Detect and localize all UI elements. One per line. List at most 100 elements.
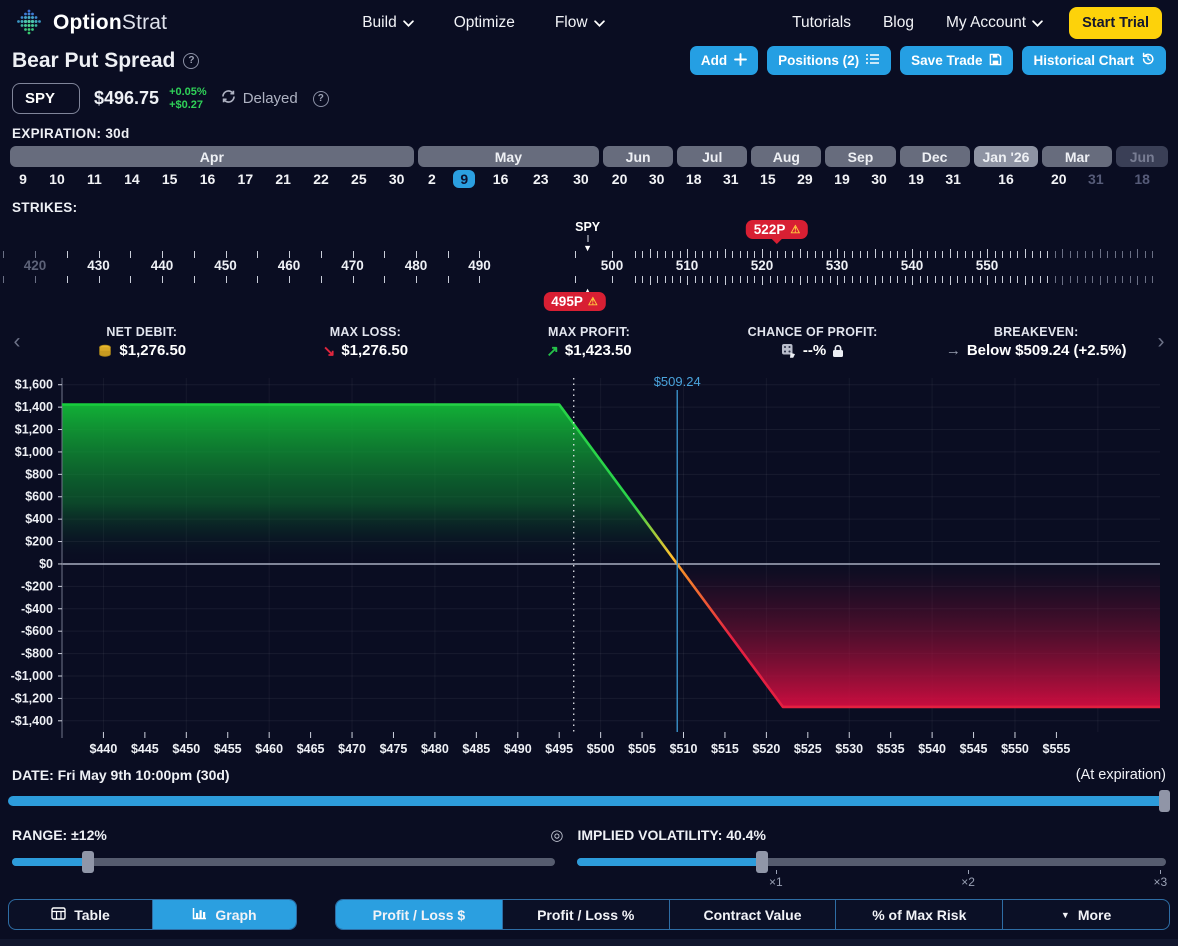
- strike-tick: [635, 276, 636, 283]
- expiration-date[interactable]: 14: [117, 170, 147, 188]
- expiration-date[interactable]: 21: [268, 170, 298, 188]
- expiration-date[interactable]: 30: [642, 170, 672, 188]
- nav-item-label: My Account: [946, 14, 1026, 32]
- month-pill[interactable]: Aug: [751, 146, 821, 167]
- expiration-date[interactable]: 16: [991, 170, 1021, 188]
- strike-badge-495p[interactable]: 495P⚠: [543, 292, 605, 311]
- pl-chart[interactable]: $509.24$440$445$450$455$460$465$470$475$…: [0, 370, 1178, 765]
- expiration-date[interactable]: 18: [679, 170, 709, 188]
- strategy-help-icon[interactable]: ?: [183, 53, 199, 69]
- expiration-date[interactable]: 31: [716, 170, 746, 188]
- strike-tick: [1130, 251, 1131, 258]
- nav-item-blog[interactable]: Blog: [883, 14, 914, 32]
- month-pill[interactable]: Jun: [603, 146, 673, 167]
- expiration-date[interactable]: 30: [382, 170, 412, 188]
- tab--of-max-risk[interactable]: % of Max Risk: [835, 900, 1002, 929]
- strike-tick: [479, 251, 480, 258]
- delayed-help-icon[interactable]: ?: [313, 91, 329, 107]
- date-label: DATE: Fri May 9th 10:00pm (30d): [12, 767, 230, 783]
- month-pill[interactable]: Jun: [1116, 146, 1168, 167]
- tab-profit-loss-[interactable]: Profit / Loss %: [502, 900, 669, 929]
- strike-ruler[interactable]: 4204304404504604704804905005105205305405…: [0, 220, 1178, 314]
- expiration-date[interactable]: 19: [901, 170, 931, 188]
- save-trade-button[interactable]: Save Trade: [900, 46, 1013, 75]
- month-group: Jun 18: [1114, 146, 1170, 191]
- strike-tick: [1115, 251, 1116, 258]
- add-button[interactable]: Add: [690, 46, 758, 75]
- strike-tick: [695, 251, 696, 258]
- expiration-date[interactable]: 2: [421, 170, 443, 188]
- month-dates: 1930: [823, 167, 897, 191]
- stats-next-chevron[interactable]: ›: [1148, 330, 1174, 354]
- iv-slider[interactable]: [577, 851, 1166, 873]
- expiration-date[interactable]: 30: [566, 170, 596, 188]
- refresh-icon[interactable]: [221, 90, 236, 107]
- expiration-date[interactable]: 9: [453, 170, 475, 188]
- positions-2--button[interactable]: Positions (2): [767, 46, 891, 75]
- iv-slider-track[interactable]: [577, 858, 1166, 866]
- svg-text:-$1,000: -$1,000: [11, 669, 53, 683]
- expiration-date[interactable]: 31: [938, 170, 968, 188]
- expiration-date[interactable]: 11: [80, 170, 109, 188]
- expiration-date[interactable]: 23: [526, 170, 556, 188]
- month-pill[interactable]: Apr: [10, 146, 414, 167]
- expiration-date[interactable]: 17: [231, 170, 261, 188]
- stat-value: $1,276.50: [30, 342, 254, 359]
- nav-item-optimize[interactable]: Optimize: [454, 14, 515, 32]
- expiration-date[interactable]: 20: [605, 170, 635, 188]
- month-pill[interactable]: Jul: [677, 146, 747, 167]
- expiration-date[interactable]: 25: [344, 170, 374, 188]
- date-row: DATE: Fri May 9th 10:00pm (30d) (At expi…: [0, 767, 1178, 783]
- stat-value-text: $1,276.50: [341, 342, 408, 359]
- lock-icon: [832, 344, 844, 358]
- expiration-date[interactable]: 29: [790, 170, 820, 188]
- expiration-date[interactable]: 16: [193, 170, 223, 188]
- expiration-date[interactable]: 16: [486, 170, 516, 188]
- range-slider[interactable]: [12, 851, 577, 873]
- tab-table[interactable]: Table: [9, 900, 152, 929]
- tab-contract-value[interactable]: Contract Value: [669, 900, 836, 929]
- tab-profit-loss-[interactable]: Profit / Loss $: [336, 900, 502, 929]
- date-slider[interactable]: [8, 790, 1170, 812]
- strike-badge-522p[interactable]: 522P⚠: [746, 220, 808, 239]
- tab-more[interactable]: ▼More: [1002, 900, 1169, 929]
- iv-slider-handle[interactable]: [756, 851, 768, 873]
- month-pill[interactable]: Jan '26: [974, 146, 1039, 167]
- expiration-date[interactable]: 18: [1127, 170, 1157, 188]
- target-icon[interactable]: ◎: [550, 826, 563, 844]
- start-trial-button[interactable]: Start Trial: [1069, 7, 1162, 39]
- expiration-date[interactable]: 30: [864, 170, 894, 188]
- strike-tick: [1152, 276, 1153, 283]
- expiration-date[interactable]: 22: [306, 170, 336, 188]
- nav-item-build[interactable]: Build: [362, 14, 413, 32]
- month-pill[interactable]: Dec: [900, 146, 970, 167]
- strike-tick: [226, 251, 227, 258]
- nav-item-flow[interactable]: Flow: [555, 14, 605, 32]
- symbol-input[interactable]: [12, 83, 80, 114]
- expiration-date[interactable]: 9: [12, 170, 34, 188]
- range-slider-handle[interactable]: [82, 851, 94, 873]
- date-slider-track[interactable]: [8, 796, 1170, 806]
- historical-chart-button[interactable]: Historical Chart: [1022, 46, 1166, 75]
- strike-tick: [665, 251, 666, 258]
- month-pill[interactable]: Mar: [1042, 146, 1112, 167]
- optionstrat-logo[interactable]: OptionStrat: [14, 8, 167, 38]
- month-pill[interactable]: Sep: [825, 146, 895, 167]
- expiration-date[interactable]: 20: [1044, 170, 1074, 188]
- expiration-date[interactable]: 15: [155, 170, 185, 188]
- strike-tick: [800, 249, 801, 258]
- tab-graph[interactable]: Graph: [152, 900, 296, 929]
- strike-tick: [1085, 276, 1086, 283]
- nav-item-label: Optimize: [454, 14, 515, 32]
- expiration-date[interactable]: 15: [753, 170, 783, 188]
- strike-tick: [1017, 276, 1018, 283]
- nav-item-tutorials[interactable]: Tutorials: [792, 14, 851, 32]
- expiration-date[interactable]: 19: [827, 170, 857, 188]
- expiration-date[interactable]: 10: [42, 170, 72, 188]
- date-slider-handle[interactable]: [1159, 790, 1170, 812]
- strategy-header: Bear Put Spread ? AddPositions (2)Save T…: [0, 44, 1178, 75]
- expiration-date[interactable]: 31: [1081, 170, 1111, 188]
- stats-prev-chevron[interactable]: ‹: [4, 330, 30, 354]
- month-pill[interactable]: May: [418, 146, 599, 167]
- nav-item-my-account[interactable]: My Account: [946, 14, 1043, 32]
